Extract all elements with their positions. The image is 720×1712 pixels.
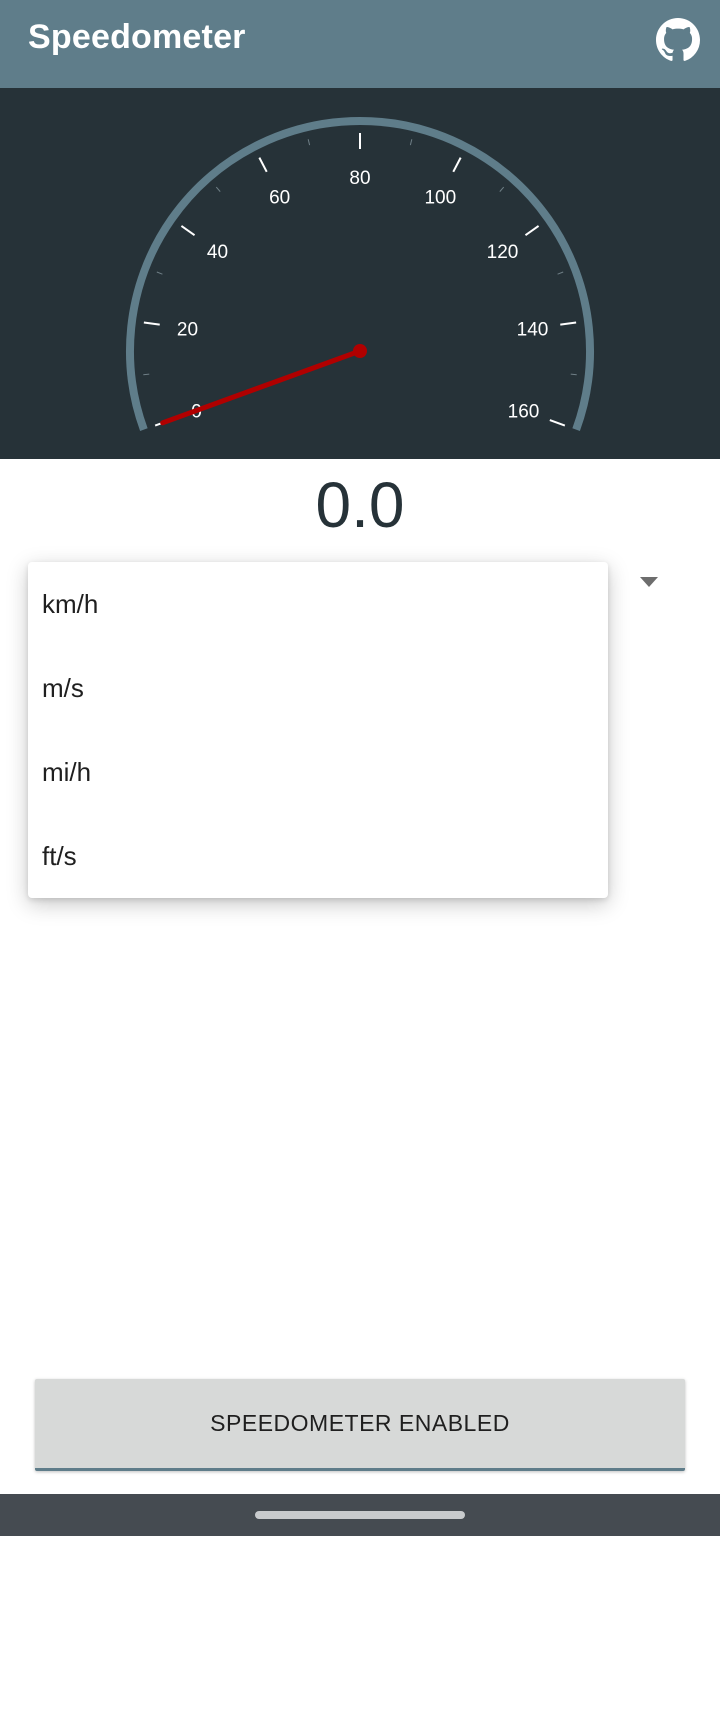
gauge-label: 160: [508, 402, 540, 423]
gauge-minor-tick: [557, 271, 564, 275]
gauge-minor-tick: [409, 139, 413, 146]
home-gesture-handle[interactable]: [255, 1511, 465, 1519]
gauge-label: 100: [424, 188, 456, 209]
gauge-minor-tick: [570, 373, 577, 376]
speedometer-gauge: 020406080100120140160: [0, 88, 720, 459]
gauge-minor-tick: [215, 186, 221, 192]
speed-readout: 0.0: [315, 469, 405, 541]
gauge-dial: 020406080100120140160: [126, 117, 594, 432]
gauge-label: 60: [269, 188, 290, 209]
unit-option-kmh[interactable]: km/h: [28, 562, 608, 646]
unit-dropdown-menu: km/h m/s mi/h ft/s: [28, 562, 608, 898]
app-bar: Speedometer: [0, 0, 720, 88]
chevron-down-icon[interactable]: [640, 577, 658, 589]
gauge-major-tick: [143, 321, 160, 326]
gauge-label: 120: [487, 242, 519, 263]
unit-option-ms[interactable]: m/s: [28, 646, 608, 730]
system-nav-bar: [0, 1494, 720, 1536]
unit-option-fts[interactable]: ft/s: [28, 814, 608, 898]
gauge-minor-tick: [156, 271, 163, 275]
speedometer-toggle-button[interactable]: SPEEDOMETER ENABLED: [35, 1379, 685, 1471]
gauge-needle: [160, 348, 363, 426]
gauge-label: 140: [517, 319, 549, 340]
gauge-minor-tick: [499, 186, 505, 192]
gauge-major-tick: [560, 321, 577, 326]
github-icon[interactable]: [656, 18, 700, 62]
gauge-major-tick: [258, 157, 268, 173]
gauge-label: 20: [177, 319, 198, 340]
gauge-major-tick: [452, 157, 462, 173]
gauge-minor-tick: [307, 139, 311, 146]
gauge-major-tick: [524, 225, 540, 236]
gauge-label: 40: [207, 242, 228, 263]
gauge-major-tick: [549, 419, 566, 427]
app-title: Speedometer: [28, 18, 246, 56]
gauge-needle-hub: [353, 344, 367, 358]
unit-option-mih[interactable]: mi/h: [28, 730, 608, 814]
gauge-label: 80: [349, 168, 370, 189]
gauge-minor-tick: [143, 373, 150, 376]
gauge-major-tick: [180, 225, 196, 236]
